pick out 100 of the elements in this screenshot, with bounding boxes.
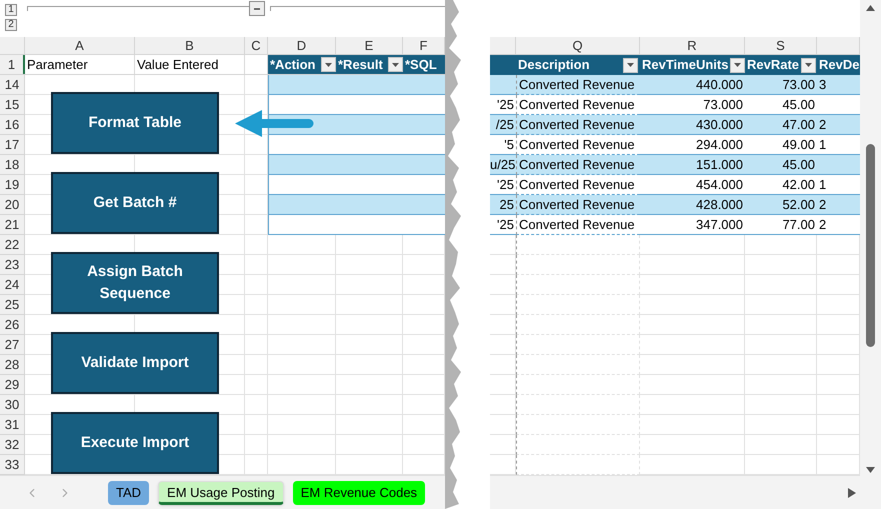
empty-cell: [245, 275, 268, 295]
row-number: 33: [0, 455, 25, 475]
row-number: 16: [0, 115, 25, 135]
filter-dropdown-button[interactable]: [623, 58, 638, 72]
empty-cell: [336, 335, 403, 355]
table-cell: 25: [490, 195, 516, 215]
row-number: 14: [0, 75, 25, 95]
table-cell: Converted Revenue: [516, 215, 640, 235]
empty-cell: [490, 295, 516, 315]
empty-cell: [336, 315, 403, 335]
empty-cell: [745, 415, 817, 435]
empty-cell: [490, 275, 516, 295]
empty-cell: [336, 415, 403, 435]
row-number: 23: [0, 255, 25, 275]
column-header[interactable]: C: [245, 37, 268, 54]
empty-cell: [245, 415, 268, 435]
empty-cell: [245, 255, 268, 275]
column-header[interactable]: B: [135, 37, 245, 54]
scroll-up-icon[interactable]: [866, 5, 875, 11]
empty-cell: [336, 275, 403, 295]
table-cell: 430.000: [640, 115, 745, 135]
empty-cell: [336, 435, 403, 455]
empty-cell: [336, 375, 403, 395]
empty-cell: [745, 235, 817, 255]
row-number: 18: [0, 155, 25, 175]
macro-button[interactable]: Format Table: [51, 92, 219, 154]
table-cell: 45.00: [745, 155, 817, 175]
empty-cell: [268, 415, 336, 435]
empty-cell: [268, 235, 336, 255]
column-header[interactable]: D: [268, 37, 336, 54]
macro-button[interactable]: Validate Import: [51, 332, 219, 394]
empty-cell: [245, 395, 268, 415]
filter-dropdown-button[interactable]: [801, 58, 816, 72]
vertical-scrollbar[interactable]: [860, 0, 881, 509]
empty-cell: [268, 335, 336, 355]
sheet-tab[interactable]: EM Usage Posting: [158, 480, 284, 504]
empty-cell: [245, 435, 268, 455]
caret-icon: [805, 63, 812, 67]
macro-button[interactable]: Assign Batch Sequence: [51, 252, 219, 314]
filter-dropdown-button[interactable]: [730, 58, 745, 72]
empty-cell: [245, 235, 268, 255]
table-cell: 3: [817, 75, 860, 95]
empty-cell: [745, 315, 817, 335]
scrollbar-thumb[interactable]: [866, 144, 875, 347]
empty-cell: [490, 335, 516, 355]
collapse-group-button[interactable]: −: [249, 1, 265, 16]
column-header[interactable]: S: [745, 37, 817, 54]
empty-cell: [745, 355, 817, 375]
outline-level-button[interactable]: 2: [5, 19, 17, 31]
row-number: 24: [0, 275, 25, 295]
row-number: 28: [0, 355, 25, 375]
table-header: [490, 55, 516, 75]
table-cell: Converted Revenue: [516, 135, 640, 155]
scroll-down-icon[interactable]: [866, 467, 875, 473]
column-header[interactable]: Q: [516, 37, 640, 54]
column-header[interactable]: A: [25, 37, 135, 54]
table-header: RevTimeUnits: [640, 55, 745, 75]
scroll-right-icon[interactable]: [848, 488, 856, 498]
empty-cell: [745, 375, 817, 395]
row-number: 21: [0, 215, 25, 235]
macro-button[interactable]: Get Batch #: [51, 172, 219, 234]
row-number: 15: [0, 95, 25, 115]
empty-cell: [268, 395, 336, 415]
row-number: 31: [0, 415, 25, 435]
empty-cell: [336, 355, 403, 375]
row-number: 27: [0, 335, 25, 355]
filter-dropdown-button[interactable]: [388, 57, 403, 72]
row-number: 20: [0, 195, 25, 215]
caret-icon: [627, 63, 634, 67]
table-header: *SQL: [403, 55, 445, 74]
table-cell: u/25: [490, 155, 516, 175]
sheet-tab[interactable]: TAD: [108, 480, 150, 504]
table-cell: Converted Revenue: [516, 195, 640, 215]
empty-cell: [245, 355, 268, 375]
outline-level-button[interactable]: 1: [5, 4, 17, 16]
table-header: *Result: [336, 55, 403, 74]
table-header: RevDe: [817, 55, 860, 75]
empty-cell: [745, 335, 817, 355]
empty-cell: [268, 295, 336, 315]
table-cell: Converted Revenue: [516, 75, 640, 95]
empty-cell: [745, 435, 817, 455]
empty-cell: [245, 315, 268, 335]
horizontal-scrollbar[interactable]: [490, 475, 860, 509]
filter-dropdown-button[interactable]: [321, 57, 336, 72]
table-cell: Value Entered: [135, 55, 245, 74]
table-cell: Converted Revenue: [516, 155, 640, 175]
column-header[interactable]: E: [336, 37, 403, 54]
empty-cell: [245, 335, 268, 355]
table-header: *Action: [268, 55, 336, 74]
arrow-icon: [235, 109, 315, 138]
table-cell: 2: [817, 195, 860, 215]
empty-cell: [490, 375, 516, 395]
table-cell: 2: [817, 115, 860, 135]
sheet-tab[interactable]: EM Revenue Codes: [292, 480, 426, 504]
macro-button[interactable]: Execute Import: [51, 412, 219, 474]
empty-cell: [336, 235, 403, 255]
table-cell: Converted Revenue: [516, 175, 640, 195]
empty-cell: [490, 355, 516, 375]
column-header[interactable]: R: [640, 37, 745, 54]
empty-cell: [490, 395, 516, 415]
